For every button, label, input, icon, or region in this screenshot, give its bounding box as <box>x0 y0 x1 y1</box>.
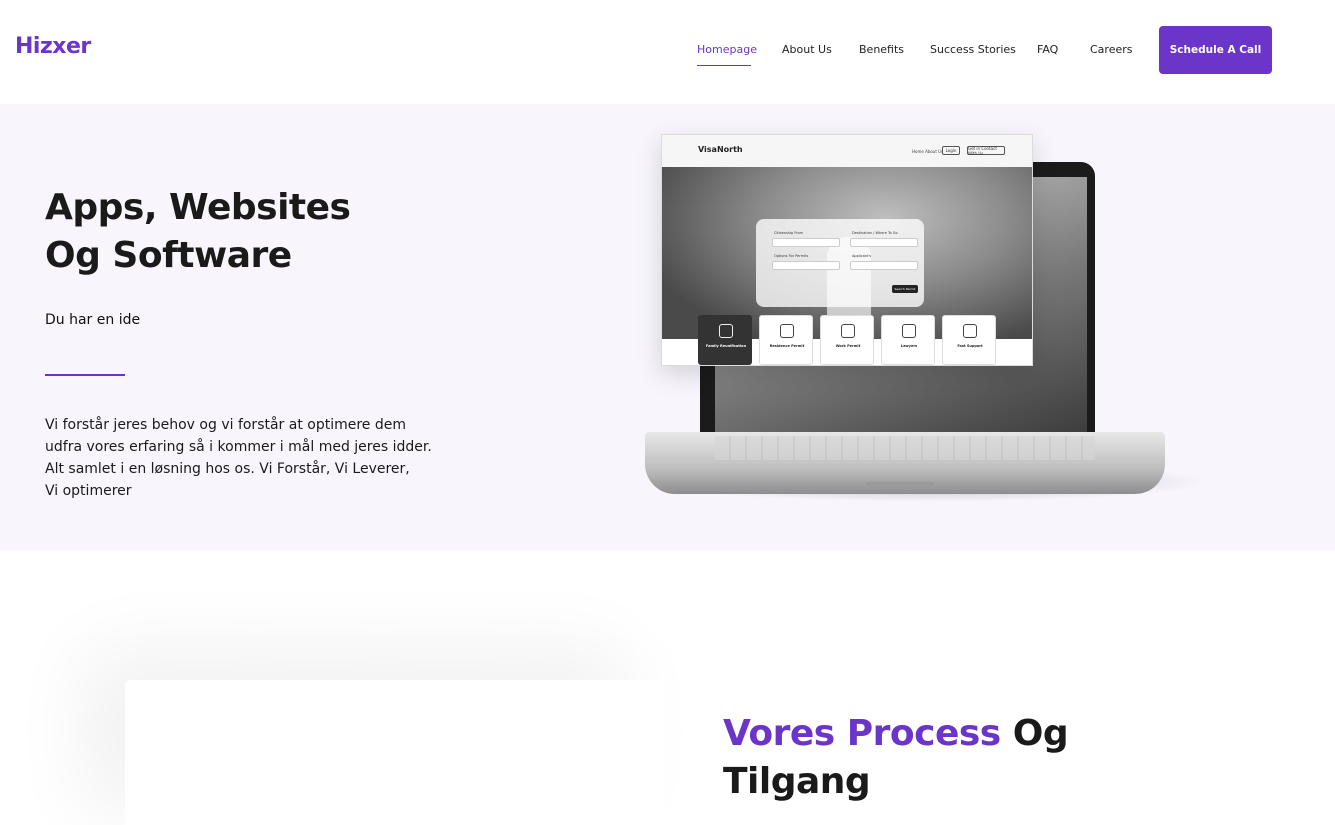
mockup-search-form: Citizenship From Destination / Where To … <box>756 219 924 307</box>
process-title: Vores Process Og Tilgang <box>723 710 1069 806</box>
hero-body-line: Vi optimerer <box>45 483 132 499</box>
process-image-card <box>125 680 665 825</box>
mockup-card: Residence Permit <box>759 315 813 365</box>
hero-divider <box>45 374 125 376</box>
main-nav: Homepage About Us Benefits Success Stori… <box>0 43 1335 63</box>
site-header: Hizxer Homepage About Us Benefits Succes… <box>0 0 1335 104</box>
mockup-card: Lawyers <box>881 315 935 365</box>
nav-faq[interactable]: FAQ <box>1037 43 1058 56</box>
lawyer-icon <box>902 324 916 338</box>
mockup-field <box>772 238 840 247</box>
laptop-illustration: VisaNorth Home About Us Login Get in Con… <box>620 132 1240 512</box>
support-icon <box>963 324 977 338</box>
nav-success-stories[interactable]: Success Stories <box>930 43 1016 56</box>
hero-body-line: Vi forstår jeres behov og vi forstår at … <box>45 417 407 433</box>
hero-title: Apps, Websites Og Software <box>45 184 351 280</box>
process-title-accent: Vores Process <box>723 713 1001 754</box>
mockup-nav-links: Home About Us <box>912 149 944 154</box>
mockup-form-label: Options For Permits <box>774 254 809 258</box>
hero-section: Apps, Websites Og Software Du har en ide… <box>0 104 1335 550</box>
hero-title-line1: Apps, Websites <box>45 187 351 228</box>
family-icon <box>719 324 733 338</box>
schedule-call-button[interactable]: Schedule A Call <box>1159 26 1272 74</box>
mockup-card-title: Fast Support <box>957 344 983 348</box>
nav-benefits[interactable]: Benefits <box>859 43 904 56</box>
mockup-field <box>850 261 918 270</box>
mockup-field <box>772 261 840 270</box>
mockup-contact-button: Get in Contact With Us <box>967 146 1005 156</box>
mockup-card-title: Lawyers <box>900 344 918 348</box>
mockup-search-button: Search Permit <box>892 285 918 293</box>
mockup-login-button: Login <box>942 146 960 155</box>
nav-careers[interactable]: Careers <box>1090 43 1133 56</box>
mockup-field <box>850 238 918 247</box>
laptop-keyboard <box>715 436 1095 460</box>
mockup-form-label: Destination / Where To Go <box>852 231 898 235</box>
mockup-card: Work Permit <box>820 315 874 365</box>
mockup-form-label: Applicant's <box>852 254 872 258</box>
nav-homepage[interactable]: Homepage <box>697 43 757 56</box>
hero-body: Vi forstår jeres behov og vi forstår at … <box>45 414 465 502</box>
hero-title-line2: Og Software <box>45 235 292 276</box>
mockup-card-title: Family Reunification <box>705 344 747 348</box>
mockup-service-cards: Family Reunification Residence Permit Wo… <box>698 315 998 365</box>
mockup-card-title: Residence Permit <box>769 344 805 348</box>
mockup-card-title: Work Permit <box>835 344 861 348</box>
nav-active-indicator <box>697 65 751 66</box>
mockup-card: Fast Support <box>942 315 996 365</box>
mockup-nav: VisaNorth Home About Us Login Get in Con… <box>662 135 1032 167</box>
process-title-rest: Og <box>1012 713 1069 754</box>
laptop-notch <box>865 482 935 486</box>
mockup-hero-photo: Citizenship From Destination / Where To … <box>662 167 1032 365</box>
hero-subtitle: Du har en ide <box>45 312 141 328</box>
hero-body-line: udfra vores erfaring så i kommer i mål m… <box>45 439 432 455</box>
hero-body-line: Alt samlet i en løsning hos os. Vi Forst… <box>45 461 410 477</box>
process-title-line2: Tilgang <box>723 761 871 802</box>
mockup-form-label: Citizenship From <box>774 231 803 235</box>
document-icon <box>841 324 855 338</box>
website-mockup: VisaNorth Home About Us Login Get in Con… <box>661 134 1033 366</box>
mockup-card: Family Reunification <box>698 315 752 365</box>
building-icon <box>780 324 794 338</box>
mockup-logo: VisaNorth <box>698 145 743 154</box>
nav-about-us[interactable]: About Us <box>782 43 832 56</box>
